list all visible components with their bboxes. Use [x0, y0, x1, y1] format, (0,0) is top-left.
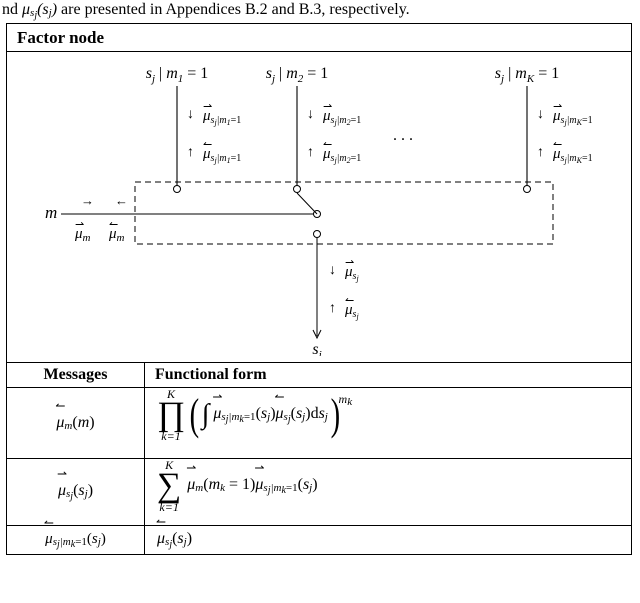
- messages-row-3: ↼μsj|mk=1(sj) ↼μsj(sj): [7, 526, 631, 554]
- messages-header-row: Messages Functional form: [7, 363, 631, 388]
- svg-text:μsj|m1=1: μsj|m1=1: [202, 108, 241, 127]
- svg-text:sj | m1 = 1: sj | m1 = 1: [146, 65, 209, 85]
- svg-text:μsj|m1=1: μsj|m1=1: [202, 146, 241, 165]
- row1-message-name: ↼μm(m): [7, 388, 145, 458]
- row2-message-name: ⇀μsj(sj): [7, 459, 145, 525]
- svg-text:sj: sj: [312, 341, 321, 356]
- svg-text:μsj|mK=1: μsj|mK=1: [552, 146, 593, 165]
- svg-text:↓: ↓: [537, 107, 544, 122]
- svg-text:↑: ↑: [187, 145, 194, 160]
- svg-text:μsj|m2=1: μsj|m2=1: [322, 146, 361, 165]
- svg-text:μm: μm: [74, 226, 91, 244]
- svg-text:↓: ↓: [187, 107, 194, 122]
- svg-text:→: →: [81, 193, 94, 208]
- svg-text:μm: μm: [108, 226, 125, 244]
- messages-row-2: ⇀μsj(sj) K∑k=1 ⇀μm(mk = 1)⇀μsj|mk=1(sj): [7, 459, 631, 526]
- svg-text:μsj: μsj: [344, 302, 359, 321]
- svg-text:μsj: μsj: [344, 264, 359, 283]
- row1-functional-form: K∏k=1(∫ ⇀μsj|mk=1(sj)↼μsj(sj)dsj)mk: [145, 388, 631, 458]
- svg-text:sj | mK = 1: sj | mK = 1: [495, 65, 559, 85]
- svg-text:↓: ↓: [307, 107, 314, 122]
- svg-text:↑: ↑: [307, 145, 314, 160]
- svg-text:←: ←: [115, 193, 128, 208]
- svg-text:m: m: [45, 203, 57, 222]
- svg-text:↑: ↑: [329, 301, 336, 316]
- factor-node-diagram: sj | m1 = 1 sj | m2 = 1 sj | mK = 1 . . …: [7, 52, 631, 363]
- messages-header-left: Messages: [7, 363, 145, 387]
- row2-functional-form: K∑k=1 ⇀μm(mk = 1)⇀μsj|mk=1(sj): [145, 459, 631, 525]
- messages-row-1: ↼μm(m) K∏k=1(∫ ⇀μsj|mk=1(sj)↼μsj(sj)dsj)…: [7, 388, 631, 459]
- svg-text:. . .: . . .: [393, 127, 413, 144]
- svg-text:↑: ↑: [537, 145, 544, 160]
- factor-graph-svg: sj | m1 = 1 sj | m2 = 1 sj | mK = 1 . . …: [17, 60, 617, 356]
- factor-node-title: Factor node: [7, 24, 631, 52]
- factor-node-table: Factor node sj | m1 = 1 sj | m2 = 1 sj |…: [6, 23, 632, 555]
- messages-header-right: Functional form: [145, 363, 631, 387]
- svg-text:μsj|m2=1: μsj|m2=1: [322, 108, 361, 127]
- row3-functional-form: ↼μsj(sj): [145, 526, 631, 554]
- svg-text:↓: ↓: [329, 263, 336, 278]
- context-line: nd ↼μsj(sj) are presented in Appendices …: [0, 0, 640, 22]
- svg-text:sj | m2 = 1: sj | m2 = 1: [266, 65, 329, 85]
- svg-text:μsj|mK=1: μsj|mK=1: [552, 108, 593, 127]
- row3-message-name: ↼μsj|mk=1(sj): [7, 526, 145, 554]
